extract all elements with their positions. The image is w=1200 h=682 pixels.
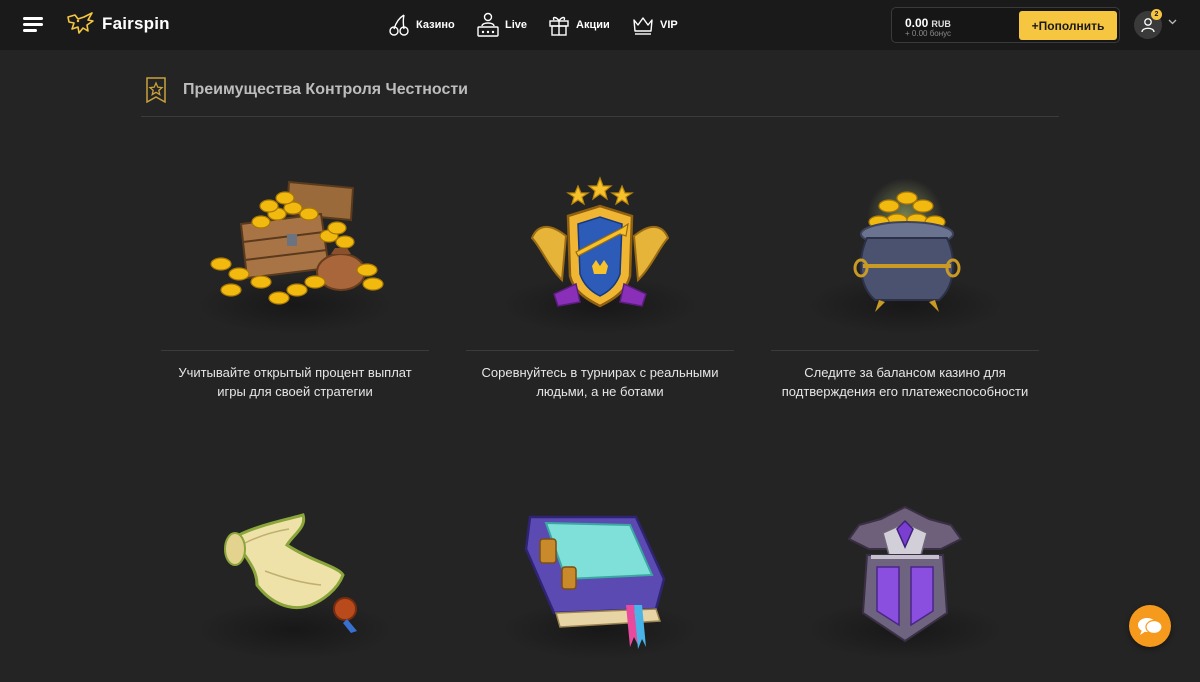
nav-casino[interactable]: Казино bbox=[388, 12, 455, 38]
balance-amount: 0.00 RUB bbox=[905, 16, 951, 30]
feature-art bbox=[771, 178, 1039, 350]
feature-art bbox=[466, 505, 734, 675]
logo[interactable]: Fairspin bbox=[66, 11, 170, 37]
logo-text: Fairspin bbox=[102, 14, 170, 33]
top-header: Fairspin Казино Live Акции VIP 0.00 RUB … bbox=[0, 0, 1200, 50]
balance-widget[interactable]: 0.00 RUB + 0.00 бонус +Пополнить bbox=[891, 7, 1120, 43]
feature-art bbox=[771, 505, 1039, 675]
divider bbox=[771, 350, 1039, 351]
feature-text: Следите за балансом казино для подтвержд… bbox=[781, 365, 1029, 399]
winged-shield-icon bbox=[530, 176, 670, 308]
feature-card: Соревнуйтесь в турнирах с реальными людь… bbox=[466, 176, 734, 401]
feature-card: Учитывайте открытый процент выплат игры … bbox=[161, 180, 429, 401]
deposit-button[interactable]: +Пополнить bbox=[1019, 11, 1117, 40]
winged-lion-icon bbox=[67, 12, 94, 34]
feature-art bbox=[161, 505, 429, 675]
book-icon bbox=[524, 515, 666, 649]
feature-card bbox=[771, 505, 1039, 675]
star-badge-icon bbox=[146, 77, 166, 103]
feature-card bbox=[161, 505, 429, 675]
scroll-icon bbox=[224, 513, 357, 633]
menu-icon[interactable] bbox=[23, 17, 43, 33]
chevron-down-icon bbox=[1168, 19, 1177, 25]
cherry-icon bbox=[389, 14, 409, 36]
balance-bonus: + 0.00 бонус bbox=[905, 29, 952, 38]
crown-icon bbox=[633, 17, 653, 35]
nav-live[interactable]: Live bbox=[477, 12, 527, 38]
armor-icon bbox=[847, 505, 963, 643]
feature-text: Учитывайте открытый процент выплат игры … bbox=[178, 365, 412, 399]
feature-card: Следите за балансом казино для подтвержд… bbox=[771, 178, 1039, 401]
pot-of-gold-icon bbox=[853, 178, 961, 312]
nav-casino-label: Казино bbox=[416, 19, 455, 31]
feature-art bbox=[161, 180, 429, 350]
notification-badge: 2 bbox=[1151, 9, 1162, 20]
feature-art bbox=[466, 176, 734, 350]
treasure-chest-icon bbox=[210, 180, 384, 305]
divider bbox=[466, 350, 734, 351]
feature-text: Соревнуйтесь в турнирах с реальными людь… bbox=[481, 365, 719, 399]
nav-vip-label: VIP bbox=[660, 19, 678, 31]
feature-card bbox=[466, 505, 734, 675]
nav-vip[interactable]: VIP bbox=[632, 12, 678, 38]
section-header: Преимущества Контроля Честности bbox=[141, 75, 1059, 117]
nav-live-label: Live bbox=[505, 19, 528, 31]
gift-icon bbox=[549, 16, 569, 36]
divider bbox=[161, 350, 429, 351]
balance-currency: RUB bbox=[931, 19, 951, 29]
nav-promotions-label: Акции bbox=[576, 19, 610, 31]
chat-button[interactable] bbox=[1129, 605, 1171, 647]
nav-promotions[interactable]: Акции bbox=[548, 12, 610, 38]
section-title: Преимущества Контроля Честности bbox=[183, 81, 469, 98]
live-dealer-icon bbox=[477, 12, 499, 37]
profile-menu[interactable]: 2 bbox=[1134, 9, 1180, 39]
chat-bubble-icon bbox=[1138, 618, 1163, 635]
